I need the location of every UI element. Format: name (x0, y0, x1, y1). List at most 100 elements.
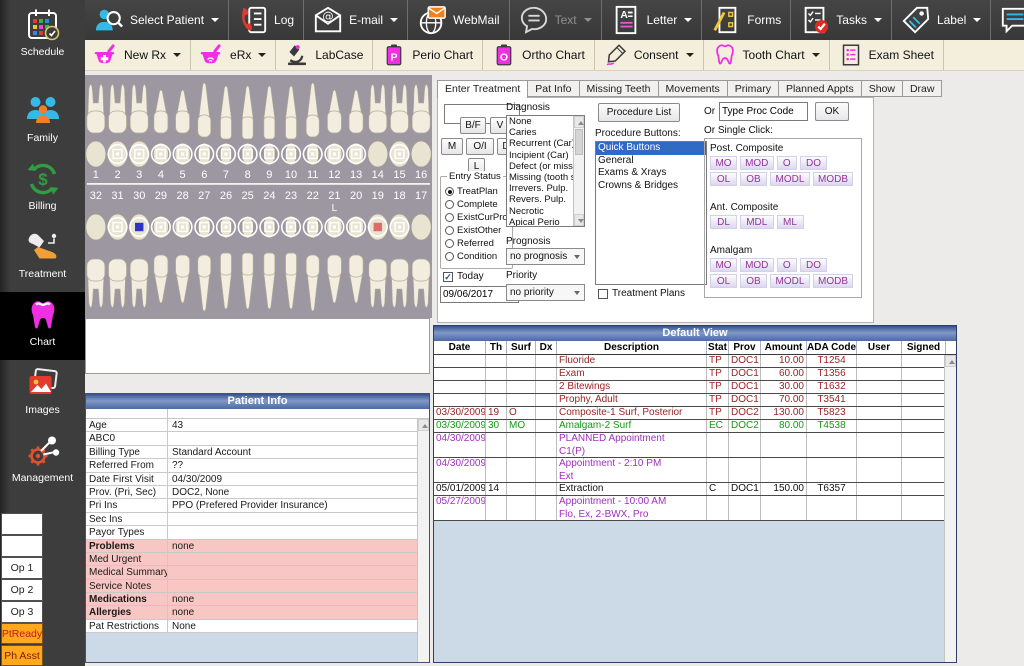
entry-status-radio-existother[interactable]: ExistOther (445, 224, 512, 237)
tooth-chart-svg[interactable]: 1322313304295286277268259241023112212211… (85, 75, 432, 318)
progress-notes-scrollbar[interactable] (944, 355, 956, 662)
ok-button[interactable]: OK (815, 102, 849, 121)
quick-button-post-composite-modb[interactable]: MODB (813, 172, 853, 186)
procedure-category-crowns-bridges[interactable]: Crowns & Bridges (596, 180, 706, 193)
quick-button-amalgam-mo[interactable]: MO (710, 258, 737, 272)
quick-button-post-composite-mod[interactable]: MOD (740, 156, 774, 170)
chevron-down-icon[interactable] (973, 18, 981, 22)
column-header-description[interactable]: Description (557, 341, 707, 354)
entry-status-radio-existcurprov[interactable]: ExistCurProv (445, 211, 512, 224)
operatory-button-empty[interactable] (1, 535, 43, 557)
surface-button-m[interactable]: M (441, 138, 463, 155)
table-row[interactable]: ExamTPDOC160.00T1356 (434, 368, 956, 381)
column-header-surf[interactable]: Surf (507, 341, 536, 354)
diagnosis-option-missing-tooth-s[interactable]: Missing (tooth s (507, 172, 573, 183)
diagnosis-scrollbar[interactable] (573, 116, 584, 226)
sidebar-item-chart[interactable]: Chart (0, 292, 85, 360)
quick-button-ant-composite-mdl[interactable]: MDL (740, 215, 774, 229)
tab-enter-treatment[interactable]: Enter Treatment (437, 80, 528, 98)
column-header-ada-code[interactable]: ADA Code (807, 341, 857, 354)
operatory-button-op-1[interactable]: Op 1 (1, 557, 43, 579)
toolbar-log-button[interactable]: Log (229, 0, 304, 40)
table-row[interactable]: Prophy, AdultTPDOC170.00T3541 (434, 394, 956, 407)
patient-info-scrollbar[interactable] (417, 419, 429, 662)
table-row[interactable]: 2 BitewingsTPDOC130.00T1632 (434, 381, 956, 394)
patient-info-row[interactable]: Med Urgent (86, 553, 429, 566)
sidebar-item-management[interactable]: Management (0, 428, 85, 496)
scroll-up-icon[interactable] (945, 355, 956, 367)
chart-toolbar-tooth-chart-button[interactable]: Tooth Chart (704, 40, 830, 70)
entry-status-radio-condition[interactable]: Condition (445, 250, 512, 263)
priority-dropdown[interactable]: no priority (506, 284, 585, 301)
chevron-down-icon[interactable] (686, 53, 694, 57)
operatory-button-empty[interactable] (1, 513, 43, 535)
toolbar-text-button[interactable]: Text (510, 0, 602, 40)
quick-button-post-composite-do[interactable]: DO (800, 156, 827, 170)
radio-icon[interactable] (445, 226, 454, 235)
diagnosis-option-incipient-car[interactable]: Incipient (Car) (507, 150, 573, 161)
chart-toolbar-exam-sheet-button[interactable]: Exam Sheet (830, 40, 944, 70)
table-row[interactable]: 03/30/200930MOAmalgam-2 SurfECDOC280.00T… (434, 420, 956, 433)
diagnosis-option-caries[interactable]: Caries (507, 127, 573, 138)
surface-button-b-f[interactable]: B/F (460, 117, 486, 134)
column-header-dx[interactable]: Dx (536, 341, 557, 354)
table-row[interactable]: 03/30/200919OComposite-1 Surf, Posterior… (434, 407, 956, 420)
patient-info-row[interactable]: Payor Types (86, 526, 429, 539)
table-row[interactable]: FluorideTPDOC110.00T1254 (434, 355, 956, 368)
entry-status-radio-treatplan[interactable]: TreatPlan (445, 185, 512, 198)
tab-movements[interactable]: Movements (659, 80, 728, 97)
chevron-down-icon[interactable] (211, 18, 219, 22)
toolbar-popups-button[interactable]: Popups (991, 0, 1024, 40)
column-header-prov[interactable]: Prov (729, 341, 761, 354)
patient-info-row[interactable]: Pri InsPPO (Prefered Provider Insurance) (86, 499, 429, 512)
radio-icon[interactable] (445, 187, 454, 196)
quick-button-post-composite-ol[interactable]: OL (710, 172, 737, 186)
procedure-category-quick-buttons[interactable]: Quick Buttons (596, 142, 706, 155)
chevron-down-icon[interactable] (874, 18, 882, 22)
scroll-down-icon[interactable] (574, 214, 584, 226)
quick-button-post-composite-o[interactable]: O (777, 156, 798, 170)
column-header-th[interactable]: Th (486, 341, 507, 354)
column-header-date[interactable]: Date (434, 341, 486, 354)
sidebar-item-treatment[interactable]: Treatment (0, 224, 85, 292)
procedure-buttons-listbox[interactable]: Quick ButtonsGeneralExams & XraysCrowns … (595, 141, 707, 285)
surface-button-o-i[interactable]: O/I (466, 138, 494, 155)
chevron-down-icon[interactable] (390, 18, 398, 22)
patient-info-row[interactable]: Service Notes (86, 580, 429, 593)
sidebar-item-images[interactable]: Images (0, 360, 85, 428)
diagnosis-option-irrevers-pulp[interactable]: Irrevers. Pulp. (507, 183, 573, 194)
today-checkbox-box[interactable]: ✓ (443, 272, 453, 282)
column-header-signed[interactable]: Signed (902, 341, 946, 354)
today-checkbox[interactable]: ✓ Today (443, 271, 484, 282)
patient-info-row[interactable]: Referred From?? (86, 459, 429, 472)
radio-icon[interactable] (445, 213, 454, 222)
tab-pat-info[interactable]: Pat Info (528, 80, 579, 97)
quick-button-amalgam-do[interactable]: DO (800, 258, 827, 272)
chart-toolbar-labcase-button[interactable]: LabCase (276, 40, 373, 70)
chart-notes-box[interactable] (85, 318, 430, 374)
tooth-chart-graphic[interactable]: 1322313304295286277268259241023112212211… (85, 75, 432, 318)
diagnosis-option-apical-perio[interactable]: Apical Perio (507, 217, 573, 227)
chart-toolbar-ortho-chart-button[interactable]: OOrtho Chart (483, 40, 595, 70)
quick-button-amalgam-ob[interactable]: OB (740, 274, 767, 288)
status-button-ph-asst[interactable]: Ph Asst (1, 645, 43, 666)
patient-info-row[interactable]: Allergiesnone (86, 606, 429, 619)
patient-info-row[interactable]: Prov. (Pri, Sec)DOC2, None (86, 486, 429, 499)
tab-planned-appts[interactable]: Planned Appts (779, 80, 862, 97)
proc-code-input[interactable] (719, 102, 808, 121)
chart-toolbar-erx-button[interactable]: eRx (191, 40, 276, 70)
patient-info-row[interactable]: Problemsnone (86, 540, 429, 553)
chevron-down-icon[interactable] (584, 18, 592, 22)
entry-status-radio-referred[interactable]: Referred (445, 237, 512, 250)
quick-button-amalgam-ol[interactable]: OL (710, 274, 737, 288)
patient-info-row[interactable]: ABC0 (86, 432, 429, 445)
scroll-thumb[interactable] (575, 129, 583, 155)
quick-button-amalgam-modb[interactable]: MODB (813, 274, 853, 288)
table-row[interactable]: 04/30/2009Appointment - 2:10 PMExt (434, 458, 956, 483)
chevron-down-icon[interactable] (812, 53, 820, 57)
patient-info-row[interactable]: Age43 (86, 419, 429, 432)
column-header-amount[interactable]: Amount (761, 341, 807, 354)
toolbar-webmail-button[interactable]: WebMail (408, 0, 509, 40)
scroll-up-icon[interactable] (418, 419, 429, 431)
tab-missing-teeth[interactable]: Missing Teeth (580, 80, 659, 97)
